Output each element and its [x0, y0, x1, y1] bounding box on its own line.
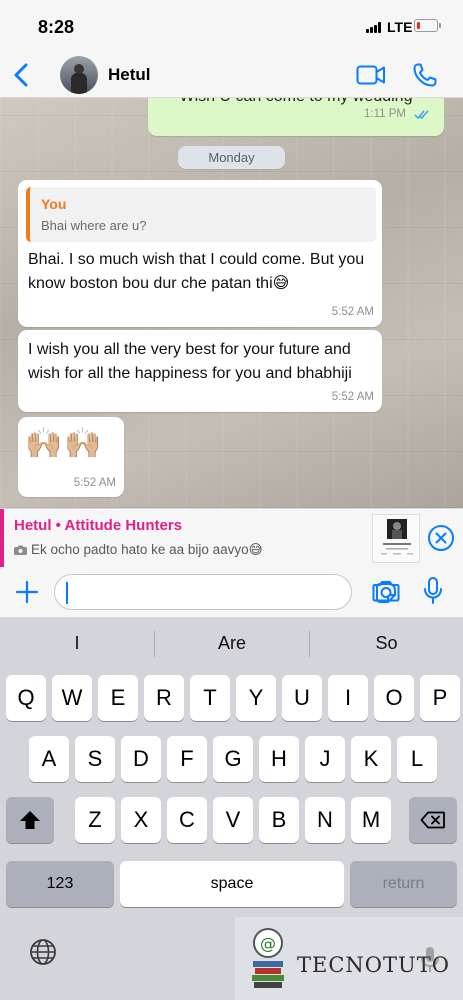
chat-header: Hetul: [0, 52, 463, 98]
status-time: 8:28: [38, 17, 75, 37]
status-bar: 8:28 LTE: [0, 0, 463, 52]
reply-title: Hetul • Attitude Hunters: [14, 517, 183, 534]
suggestion-bar: I Are So: [0, 617, 463, 669]
key-j[interactable]: J: [305, 736, 345, 782]
chevron-left-icon: [14, 63, 28, 87]
key-w[interactable]: W: [52, 675, 92, 721]
key-r[interactable]: R: [144, 675, 184, 721]
key-p[interactable]: P: [420, 675, 460, 721]
attach-button[interactable]: [14, 579, 40, 605]
key-t[interactable]: T: [190, 675, 230, 721]
key-i[interactable]: I: [328, 675, 368, 721]
reply-text: Ek ocho padto hato ke aa bijo aavyo😅: [31, 542, 263, 557]
reply-accent-bar: [0, 509, 4, 568]
message-time: 1:11 PM: [364, 108, 406, 120]
suggestion-1[interactable]: I: [0, 617, 154, 669]
message-time: 5:52 AM: [73, 477, 116, 489]
tecnotuto-logo-icon: @: [252, 928, 284, 988]
plus-icon: [15, 580, 39, 604]
key-a[interactable]: A: [29, 736, 69, 782]
key-y[interactable]: Y: [236, 675, 276, 721]
key-o[interactable]: O: [374, 675, 414, 721]
text-caret: [66, 582, 68, 604]
reply-preview[interactable]: Hetul • Attitude Hunters Ek ocho padto h…: [0, 508, 463, 568]
back-button[interactable]: [10, 60, 34, 90]
camera-icon: [372, 581, 400, 602]
svg-text:@: @: [260, 934, 276, 953]
return-key[interactable]: return: [350, 861, 457, 907]
message-bubble-incoming[interactable]: 🙌🏼🙌🏼 5:52 AM: [18, 417, 124, 497]
message-text: I wish you all the very best for your fu…: [28, 341, 352, 382]
video-call-button[interactable]: [356, 64, 386, 86]
day-separator: Monday: [178, 146, 285, 169]
quoted-message[interactable]: You Bhai where are u?: [26, 187, 376, 242]
key-s[interactable]: S: [75, 736, 115, 782]
globe-button[interactable]: [28, 937, 58, 967]
phone-icon: [413, 63, 437, 87]
voice-message-button[interactable]: [422, 576, 444, 606]
battery-icon: [414, 19, 441, 32]
video-camera-icon: [356, 65, 385, 85]
chat-area[interactable]: Wish U can come to my wedding 1:11 PM Mo…: [0, 98, 463, 508]
quote-text: Bhai where are u?: [41, 218, 147, 233]
close-reply-button[interactable]: [427, 524, 455, 552]
message-input[interactable]: [65, 579, 315, 605]
message-time: 5:52 AM: [331, 306, 374, 318]
backspace-icon: [420, 811, 445, 829]
key-b[interactable]: B: [259, 797, 299, 843]
dictation-microphone-icon: [421, 947, 439, 972]
key-d[interactable]: D: [121, 736, 161, 782]
contact-avatar[interactable]: [60, 56, 98, 94]
message-time: 5:52 AM: [331, 391, 374, 403]
message-text: Bhai. I so much wish that I could come. …: [28, 251, 365, 292]
network-label: LTE: [387, 19, 413, 35]
message-text: Wish U can come to my wedding: [148, 98, 444, 106]
backspace-key[interactable]: [409, 797, 457, 843]
read-receipt-icon: [414, 110, 429, 120]
message-field[interactable]: [54, 574, 396, 610]
key-g[interactable]: G: [213, 736, 253, 782]
key-z[interactable]: Z: [75, 797, 115, 843]
voice-call-button[interactable]: [412, 62, 438, 88]
key-c[interactable]: C: [167, 797, 207, 843]
close-circle-icon: [428, 525, 454, 551]
shift-key[interactable]: [6, 797, 54, 843]
key-k[interactable]: K: [351, 736, 391, 782]
contact-name[interactable]: Hetul: [108, 65, 151, 85]
suggestion-3[interactable]: So: [310, 617, 463, 669]
globe-icon: [30, 939, 56, 965]
numbers-key[interactable]: 123: [6, 861, 114, 907]
key-n[interactable]: N: [305, 797, 345, 843]
battery-level: [416, 21, 420, 29]
key-q[interactable]: Q: [6, 675, 46, 721]
reply-text-row: Ek ocho padto hato ke aa bijo aavyo😅: [14, 542, 263, 558]
camera-icon: [14, 545, 27, 555]
key-m[interactable]: M: [351, 797, 391, 843]
key-x[interactable]: X: [121, 797, 161, 843]
key-h[interactable]: H: [259, 736, 299, 782]
key-v[interactable]: V: [213, 797, 253, 843]
message-emoji: 🙌🏼🙌🏼: [25, 427, 104, 460]
key-f[interactable]: F: [167, 736, 207, 782]
suggestion-2[interactable]: Are: [155, 617, 309, 669]
camera-button[interactable]: [372, 579, 400, 603]
quote-author: You: [41, 196, 67, 212]
signal-icon: [366, 22, 382, 33]
reply-thumbnail: [372, 514, 420, 563]
watermark: @ TECNOTUTO: [235, 917, 463, 1000]
message-bubble-incoming[interactable]: I wish you all the very best for your fu…: [18, 330, 382, 412]
key-u[interactable]: U: [282, 675, 322, 721]
composer-bar: [0, 567, 463, 617]
shift-arrow-icon: [20, 811, 40, 829]
message-bubble-outgoing[interactable]: Wish U can come to my wedding 1:11 PM: [148, 98, 444, 136]
key-e[interactable]: E: [98, 675, 138, 721]
message-bubble-incoming[interactable]: You Bhai where are u? Bhai. I so much wi…: [18, 180, 382, 327]
microphone-icon: [424, 577, 442, 604]
key-l[interactable]: L: [397, 736, 437, 782]
space-key[interactable]: space: [120, 861, 344, 907]
